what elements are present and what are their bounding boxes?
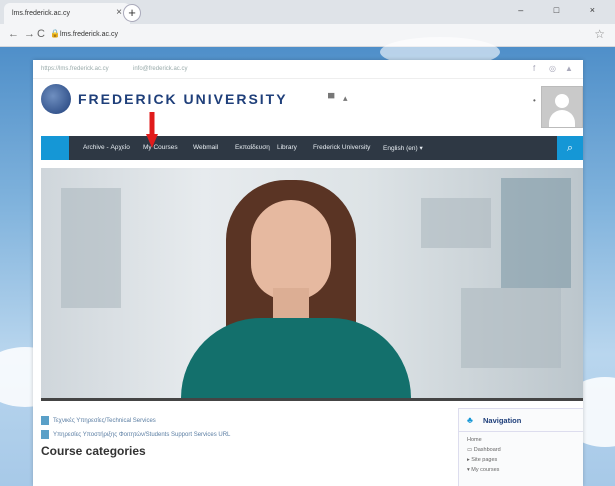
nav-archive[interactable]: Archive - Αρχείο (83, 144, 130, 151)
nav-library[interactable]: Library (277, 144, 297, 151)
hero-divider (41, 398, 583, 401)
moodle-page: https://lms.frederick.ac.cy info@frederi… (33, 60, 583, 486)
user-avatar[interactable] (541, 86, 583, 128)
window-controls[interactable]: – □ × (518, 5, 609, 15)
email-link[interactable]: info@frederick.ac.cy (133, 66, 187, 72)
course-categories-heading: Course categories (41, 444, 146, 458)
user-menu-dot[interactable]: • (533, 96, 536, 105)
tab-close-icon[interactable]: × (116, 7, 122, 18)
navigation-title: Navigation (483, 416, 522, 425)
main-navbar: Archive - Αρχείο My Courses Webmail Εκπα… (41, 136, 583, 160)
url-field[interactable]: lms.frederick.ac.cy (60, 31, 118, 38)
sitemap-icon: ♣ (467, 415, 473, 425)
dashboard-icon: ▭ (467, 447, 474, 453)
address-bar: ← → C 🔒 lms.frederick.ac.cy ☆ (0, 24, 615, 47)
site-link[interactable]: https://lms.frederick.ac.cy (41, 66, 109, 72)
item-link[interactable]: Τεχνικές Υπηρεσίες/Technical Services (53, 418, 156, 424)
new-tab-button[interactable]: + (123, 4, 141, 22)
item-link[interactable]: Υπηρεσίες Υποστήριξης Φοιτητών/Students … (53, 432, 230, 438)
notifications-icon[interactable]: ▴ (343, 93, 348, 104)
university-logo-icon[interactable] (41, 84, 71, 114)
messages-icon[interactable]: ▀ (328, 93, 334, 103)
nav-home-link[interactable]: Home (467, 437, 482, 443)
back-icon[interactable]: ← (8, 28, 19, 40)
nav-language[interactable]: English (en) ▾ (383, 144, 423, 152)
instagram-icon[interactable]: ◎ (549, 64, 556, 73)
list-item[interactable]: Τεχνικές Υπηρεσίες/Technical Services (41, 416, 156, 425)
nav-education[interactable]: Εκπαίδευση (235, 144, 270, 151)
annotation-arrow-icon (146, 112, 158, 148)
navigation-header: ♣ Navigation (459, 409, 583, 432)
search-icon[interactable]: ⌕ (557, 136, 583, 160)
nav-webmail[interactable]: Webmail (193, 144, 218, 151)
bookmark-star-icon[interactable]: ☆ (594, 27, 605, 41)
browser-tab[interactable]: lms.frederick.ac.cy × (4, 3, 130, 24)
file-icon (41, 416, 49, 425)
nav-home-button[interactable] (41, 136, 69, 160)
hero-banner-image (41, 168, 583, 398)
reload-icon[interactable]: C (37, 28, 45, 40)
nav-site-pages-link[interactable]: ▸ Site pages (467, 457, 497, 463)
nav-frederick-university[interactable]: Frederick University (313, 144, 370, 151)
forward-icon[interactable]: → (24, 28, 35, 40)
social-icon[interactable]: ▲ (565, 64, 573, 73)
university-logo-text[interactable]: FREDERICK UNIVERSITY (78, 91, 288, 107)
navigation-block: ♣ Navigation Home ▭ Dashboard ▸ Site pag… (458, 408, 583, 486)
top-contact-bar: https://lms.frederick.ac.cy info@frederi… (33, 60, 583, 79)
tab-title: lms.frederick.ac.cy (12, 10, 70, 17)
nav-dashboard-link[interactable]: ▭ Dashboard (467, 447, 501, 453)
file-icon (41, 430, 49, 439)
nav-my-courses-link[interactable]: ▾ My courses (467, 467, 499, 473)
facebook-icon[interactable]: f (533, 64, 535, 73)
lock-icon: 🔒 (50, 29, 60, 38)
tab-strip: lms.frederick.ac.cy × + – □ × (0, 0, 615, 24)
list-item[interactable]: Υπηρεσίες Υποστήριξης Φοιτητών/Students … (41, 430, 230, 439)
